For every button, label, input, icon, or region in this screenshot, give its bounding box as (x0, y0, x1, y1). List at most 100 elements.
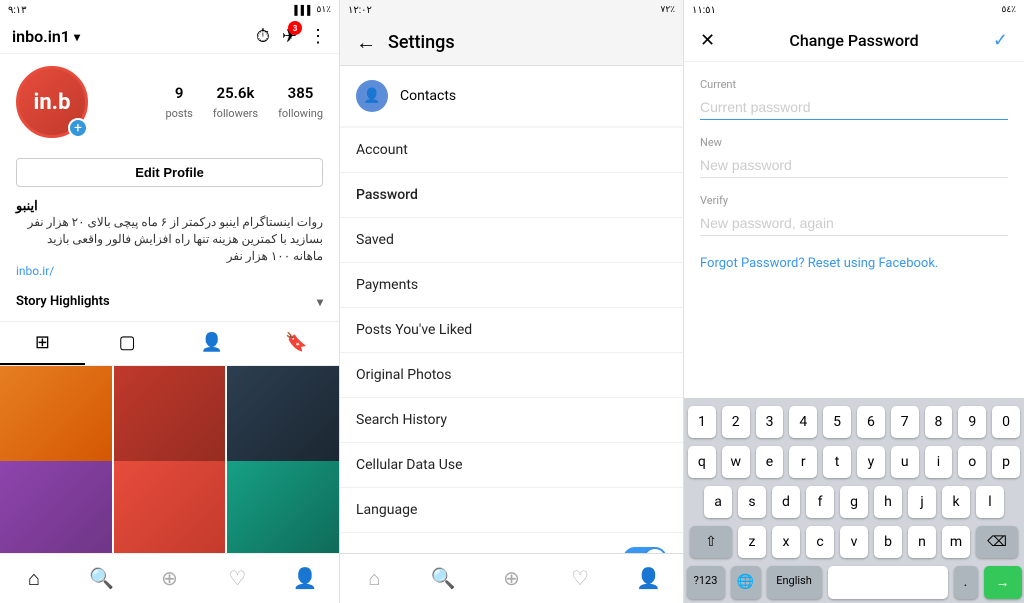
bio-link[interactable]: inbo.ir/ (16, 264, 323, 278)
account-dropdown-icon[interactable]: ▾ (74, 30, 80, 44)
key-m[interactable]: m (942, 526, 970, 558)
profile-section: in.b + 9 posts 25.6k followers 385 follo… (0, 54, 339, 199)
key-return[interactable]: → (984, 566, 1022, 599)
key-language[interactable]: English (767, 566, 822, 599)
new-password-input[interactable] (700, 153, 1008, 178)
status-bar-1: ٩:١٣ ▌▌▌ ٥١٪ (0, 0, 339, 20)
settings-list: Account Password Saved Payments Posts Yo… (340, 128, 683, 553)
saved-tab[interactable]: 🔖 (254, 322, 339, 365)
key-2[interactable]: 2 (722, 406, 750, 438)
current-password-input[interactable] (700, 95, 1008, 120)
key-h[interactable]: h (874, 486, 902, 518)
grid-tab[interactable]: ⊞ (0, 322, 85, 365)
profile-nav-2[interactable]: 👤 (614, 562, 683, 595)
clock-icon[interactable]: ⏱ (256, 26, 270, 47)
likes-nav-item[interactable]: ♡ (203, 562, 271, 595)
forgot-password-link[interactable]: Forgot Password? Reset using Facebook. (700, 256, 1008, 271)
menu-icon[interactable]: ⋮ (309, 26, 327, 47)
search-nav-item[interactable]: 🔍 (68, 562, 136, 595)
key-globe[interactable]: 🌐 (731, 566, 761, 599)
key-c[interactable]: c (806, 526, 834, 558)
key-v[interactable]: v (840, 526, 868, 558)
bottom-nav-2: ⌂ 🔍 ⊕ ♡ 👤 (340, 553, 683, 603)
key-a[interactable]: a (704, 486, 732, 518)
settings-item-saved[interactable]: Saved (340, 218, 683, 263)
settings-item-language[interactable]: Language (340, 488, 683, 533)
grid-item[interactable] (114, 461, 226, 553)
key-p[interactable]: p (992, 446, 1020, 478)
search-nav-2[interactable]: 🔍 (409, 562, 478, 595)
key-9[interactable]: 9 (958, 406, 986, 438)
key-space[interactable] (828, 566, 948, 599)
add-nav-item[interactable]: ⊕ (136, 562, 204, 595)
private-account-item: Private Account (340, 533, 683, 553)
edit-profile-button[interactable]: Edit Profile (16, 158, 323, 187)
key-5[interactable]: 5 (823, 406, 851, 438)
key-i[interactable]: i (925, 446, 953, 478)
key-0[interactable]: 0 (992, 406, 1020, 438)
key-backspace[interactable]: ⌫ (976, 526, 1018, 558)
close-button[interactable]: ✕ (700, 30, 715, 51)
add-story-button[interactable]: + (68, 118, 88, 138)
grid-item[interactable] (227, 461, 339, 553)
key-1[interactable]: 1 (688, 406, 716, 438)
grid-item[interactable] (0, 461, 112, 553)
settings-item-search-history[interactable]: Search History (340, 398, 683, 443)
add-nav-2[interactable]: ⊕ (477, 562, 546, 595)
key-w[interactable]: w (722, 446, 750, 478)
back-button[interactable]: ← (356, 30, 376, 55)
settings-item-posts-liked[interactable]: Posts You've Liked (340, 308, 683, 353)
key-y[interactable]: y (857, 446, 885, 478)
highlights-chevron-icon[interactable]: ▾ (317, 295, 323, 309)
contacts-label: Contacts (400, 88, 456, 104)
igtv-tab[interactable]: 👤 (170, 322, 255, 365)
key-f[interactable]: f (806, 486, 834, 518)
home-nav-2[interactable]: ⌂ (340, 562, 409, 595)
key-s[interactable]: s (738, 486, 766, 518)
key-6[interactable]: 6 (857, 406, 885, 438)
key-n[interactable]: n (908, 526, 936, 558)
confirm-button[interactable]: ✓ (993, 30, 1008, 51)
key-4[interactable]: 4 (789, 406, 817, 438)
notification-icon[interactable]: ✈ 3 (282, 26, 297, 47)
key-x[interactable]: x (772, 526, 800, 558)
tag-tab[interactable]: ▢ (85, 322, 170, 365)
key-8[interactable]: 8 (925, 406, 953, 438)
key-d[interactable]: d (772, 486, 800, 518)
profile-nav-item[interactable]: 👤 (271, 562, 339, 595)
settings-item-cellular[interactable]: Cellular Data Use (340, 443, 683, 488)
key-b[interactable]: b (874, 526, 902, 558)
contacts-item[interactable]: 👤 Contacts (340, 66, 683, 126)
profile-top: in.b + 9 posts 25.6k followers 385 follo… (16, 66, 323, 138)
key-e[interactable]: e (756, 446, 784, 478)
key-g[interactable]: g (840, 486, 868, 518)
key-3[interactable]: 3 (756, 406, 784, 438)
key-123[interactable]: ?123 (687, 566, 725, 599)
battery-2: ٧٢٪ (660, 5, 675, 15)
key-j[interactable]: j (908, 486, 936, 518)
highlights-section: Story Highlights ▾ (0, 286, 339, 321)
key-o[interactable]: o (958, 446, 986, 478)
key-7[interactable]: 7 (891, 406, 919, 438)
settings-item-password[interactable]: Password (340, 173, 683, 218)
key-k[interactable]: k (942, 486, 970, 518)
header-action-icons: ⏱ ✈ 3 ⋮ (256, 26, 327, 47)
key-t[interactable]: t (823, 446, 851, 478)
private-account-toggle[interactable] (623, 547, 667, 553)
change-password-title: Change Password (789, 31, 918, 50)
settings-item-original-photos[interactable]: Original Photos (340, 353, 683, 398)
key-l[interactable]: l (976, 486, 1004, 518)
bottom-nav-1: ⌂ 🔍 ⊕ ♡ 👤 (0, 553, 339, 603)
verify-password-input[interactable] (700, 211, 1008, 236)
key-q[interactable]: q (688, 446, 716, 478)
settings-item-payments[interactable]: Payments (340, 263, 683, 308)
key-r[interactable]: r (789, 446, 817, 478)
key-z[interactable]: z (738, 526, 766, 558)
likes-nav-2[interactable]: ♡ (546, 562, 615, 595)
key-u[interactable]: u (891, 446, 919, 478)
settings-item-account[interactable]: Account (340, 128, 683, 173)
key-period[interactable]: . (954, 566, 978, 599)
key-shift[interactable]: ⇧ (690, 526, 732, 558)
account-name[interactable]: inbo.in1 ▾ (12, 27, 80, 46)
home-nav-item[interactable]: ⌂ (0, 562, 68, 595)
